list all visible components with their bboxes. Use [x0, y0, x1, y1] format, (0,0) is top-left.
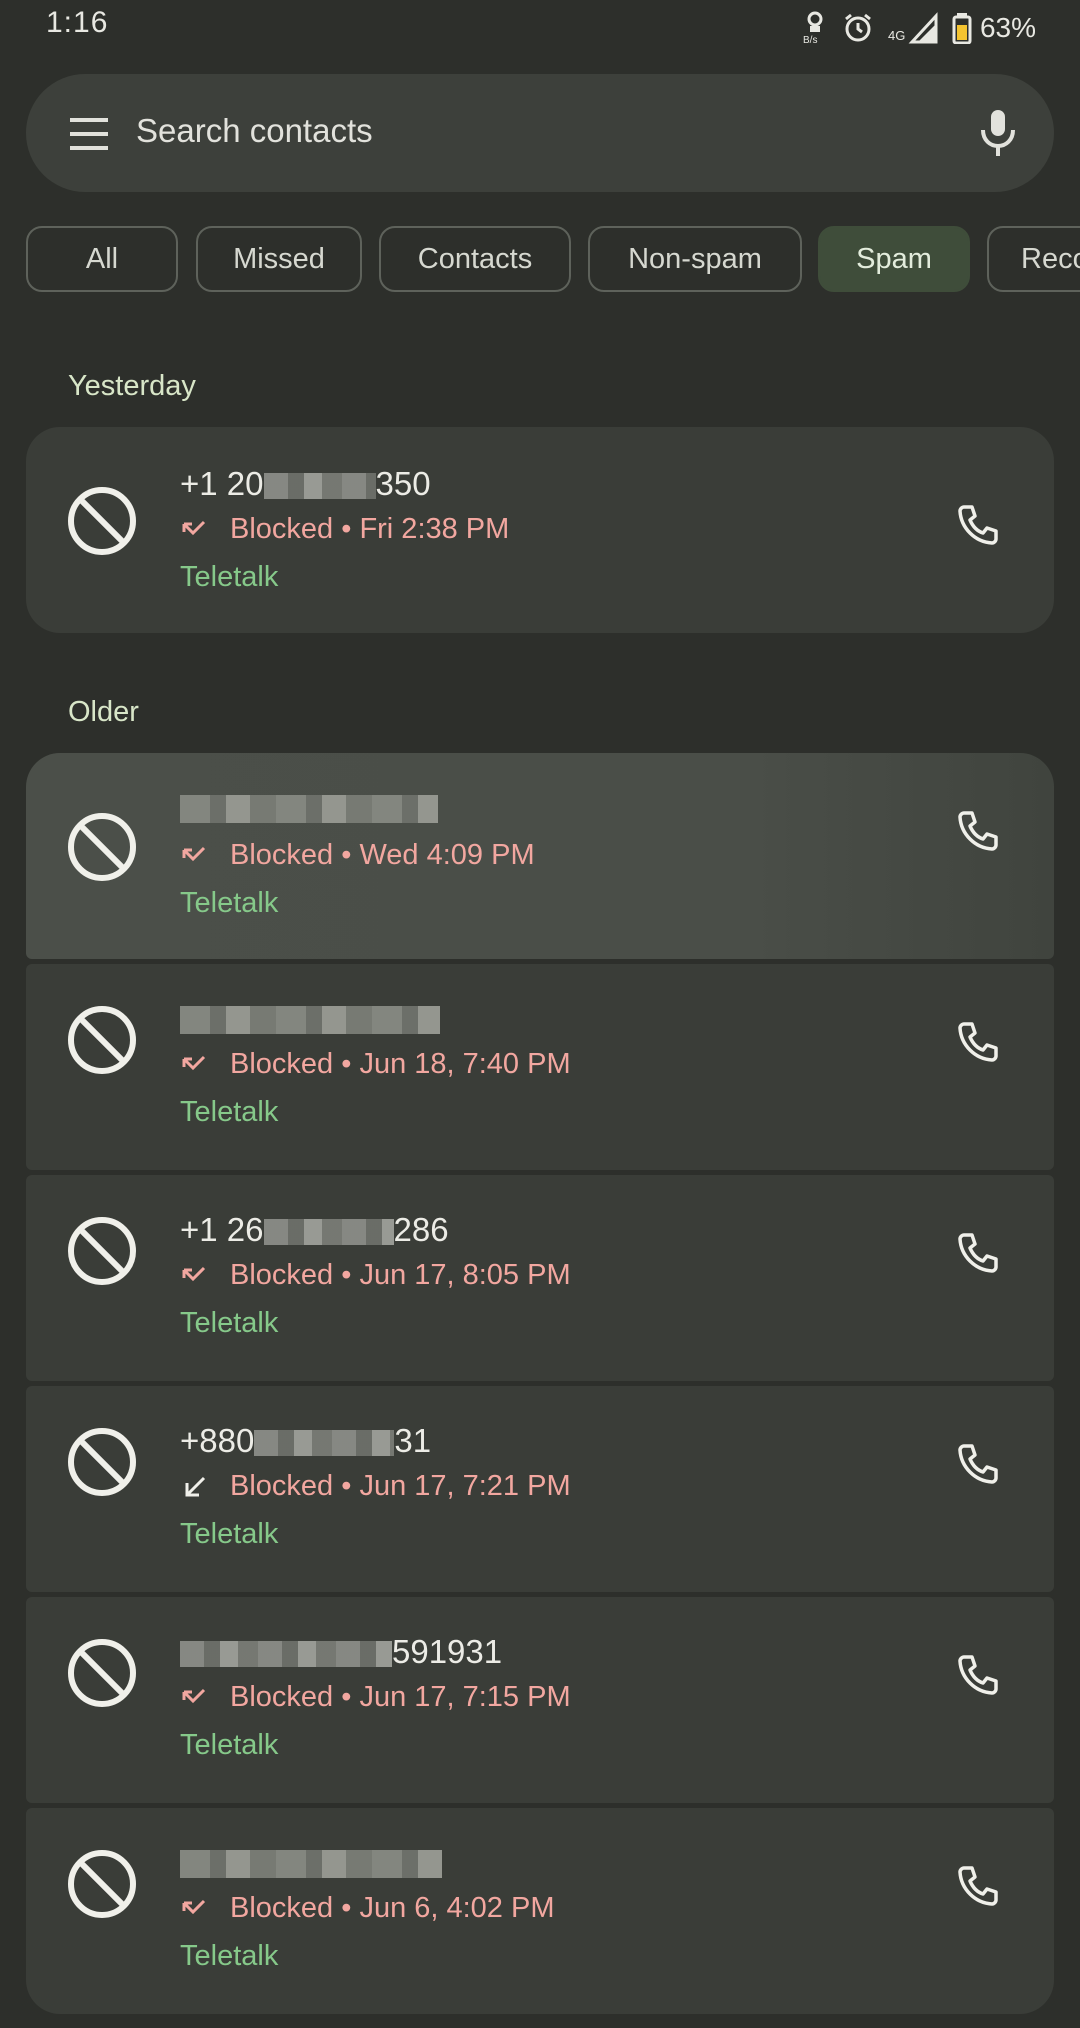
caller-number: 591931	[180, 1633, 502, 1671]
redacted-number	[180, 1006, 440, 1034]
number-start: +1 20	[180, 465, 264, 502]
block-icon	[68, 487, 136, 555]
call-log-item[interactable]: Blocked • Wed 4:09 PM Teletalk	[26, 753, 1054, 959]
call-log-item[interactable]: +1 20 350 Blocked • Fri 2:38 PM Teletalk	[26, 427, 1054, 633]
block-icon	[68, 1850, 136, 1918]
carrier-label: Teletalk	[180, 1307, 279, 1339]
block-icon	[68, 1428, 136, 1496]
phone-icon[interactable]	[954, 1018, 1002, 1066]
call-log-item[interactable]: Blocked • Jun 18, 7:40 PM Teletalk	[26, 964, 1054, 1170]
chip-recent[interactable]: Reco	[987, 226, 1080, 292]
search-input[interactable]: Search contacts	[136, 112, 373, 150]
call-status: Blocked • Jun 17, 8:05 PM	[180, 1259, 571, 1292]
block-icon	[68, 1639, 136, 1707]
redacted-number	[180, 1850, 442, 1878]
redacted-number	[263, 1219, 394, 1246]
missed-call-arrow-icon	[182, 1055, 206, 1070]
chip-non-spam[interactable]: Non-spam	[588, 226, 802, 292]
call-status: Blocked • Jun 6, 4:02 PM	[180, 1892, 555, 1925]
caller-number: +880 31	[180, 1422, 431, 1460]
number-end: 286	[393, 1211, 449, 1248]
phone-icon[interactable]	[954, 501, 1002, 549]
missed-call-arrow-icon	[182, 520, 206, 535]
phone-icon[interactable]	[954, 807, 1002, 855]
call-status: Blocked • Fri 2:38 PM	[180, 513, 509, 546]
number-start: +1 26	[180, 1211, 264, 1248]
missed-call-arrow-icon	[182, 1688, 206, 1703]
chip-missed[interactable]: Missed	[196, 226, 362, 292]
number-end: 350	[375, 465, 431, 502]
phone-icon[interactable]	[954, 1229, 1002, 1277]
chip-contacts[interactable]: Contacts	[379, 226, 571, 292]
caller-number: +1 20 350	[180, 465, 431, 503]
chip-spam[interactable]: Spam	[818, 226, 970, 292]
call-log-item[interactable]: +880 31 Blocked • Jun 17, 7:21 PM Teletal…	[26, 1386, 1054, 1592]
missed-call-arrow-icon	[182, 1899, 206, 1914]
call-status-text: Blocked • Fri 2:38 PM	[230, 513, 510, 545]
alarm-icon	[845, 13, 871, 42]
status-time: 1:16	[46, 6, 109, 39]
battery-percent: 63%	[979, 12, 1036, 43]
call-status: Blocked • Jun 17, 7:21 PM	[180, 1470, 571, 1503]
call-log-item[interactable]: +1 26 286 Blocked • Jun 17, 8:05 PM Telet…	[26, 1175, 1054, 1381]
redacted-number	[263, 473, 376, 500]
call-status-text: Blocked • Jun 17, 8:05 PM	[230, 1259, 571, 1291]
missed-call-arrow-icon	[182, 1266, 206, 1281]
phone-icon[interactable]	[954, 1862, 1002, 1910]
call-status-text: Blocked • Jun 17, 7:21 PM	[230, 1470, 571, 1502]
carrier-label: Teletalk	[180, 1518, 279, 1550]
network-type: 4G	[888, 28, 905, 43]
status-bar: 1:16 B/s 4G 63%	[0, 0, 1080, 56]
call-log-item[interactable]: Blocked • Jun 6, 4:02 PM Teletalk	[26, 1808, 1054, 2014]
call-log-item[interactable]: 591931 Blocked • Jun 17, 7:15 PM Teletal…	[26, 1597, 1054, 1803]
caller-number: +1 26 286	[180, 1211, 449, 1249]
number-end: 591931	[392, 1633, 503, 1670]
number-end: 31	[394, 1422, 432, 1459]
filter-chips: All Missed Contacts Non-spam Spam Reco	[26, 226, 1080, 294]
carrier-label: Teletalk	[180, 1729, 279, 1761]
microphone-icon[interactable]	[970, 104, 1026, 160]
search-bar[interactable]: Search contacts	[26, 74, 1054, 192]
hamburger-menu-icon[interactable]	[64, 112, 120, 156]
call-status-text: Blocked • Jun 17, 7:15 PM	[230, 1681, 571, 1713]
call-status-text: Blocked • Jun 18, 7:40 PM	[230, 1048, 571, 1080]
missed-call-arrow-icon	[182, 846, 206, 861]
incoming-call-arrow-icon	[185, 1476, 206, 1496]
section-label-older: Older	[68, 696, 139, 728]
network-speed-icon: B/s	[803, 11, 823, 45]
block-icon	[68, 1006, 136, 1074]
carrier-label: Teletalk	[180, 887, 279, 919]
section-label-yesterday: Yesterday	[68, 370, 196, 402]
status-icons: B/s 4G 63%	[802, 8, 1036, 48]
cell-signal-icon: 4G	[888, 12, 938, 44]
phone-icon[interactable]	[954, 1440, 1002, 1488]
redacted-number	[180, 795, 438, 823]
redacted-number	[180, 1641, 392, 1668]
redacted-number	[254, 1430, 395, 1457]
carrier-label: Teletalk	[180, 1096, 279, 1128]
net-speed-label: B/s	[803, 35, 817, 45]
number-start: +880	[180, 1422, 255, 1459]
block-icon	[68, 813, 136, 881]
call-status: Blocked • Jun 18, 7:40 PM	[180, 1048, 571, 1081]
carrier-label: Teletalk	[180, 1940, 279, 1972]
call-status: Blocked • Jun 17, 7:15 PM	[180, 1681, 571, 1714]
block-icon	[68, 1217, 136, 1285]
call-status-text: Blocked • Jun 6, 4:02 PM	[230, 1892, 555, 1924]
call-status-text: Blocked • Wed 4:09 PM	[230, 839, 535, 871]
call-status: Blocked • Wed 4:09 PM	[180, 839, 535, 872]
battery-icon	[952, 13, 972, 44]
phone-icon[interactable]	[954, 1651, 1002, 1699]
chip-all[interactable]: All	[26, 226, 178, 292]
carrier-label: Teletalk	[180, 561, 279, 593]
